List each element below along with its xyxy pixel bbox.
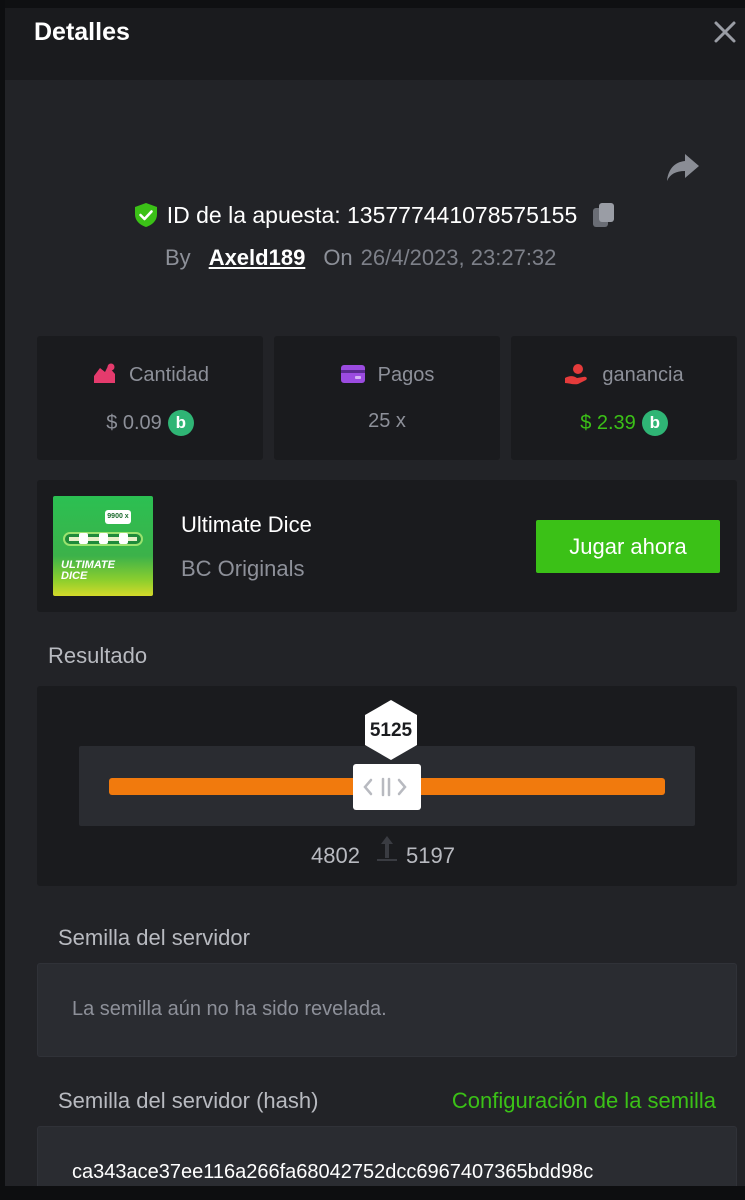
stat-label: Cantidad xyxy=(128,364,210,386)
coins-icon xyxy=(93,363,115,383)
play-now-button[interactable]: Jugar ahora xyxy=(536,520,720,573)
game-name: Ultimate Dice xyxy=(181,512,312,537)
profit-hand-icon xyxy=(565,364,588,385)
bc-coin-icon: b xyxy=(167,410,194,436)
username-link[interactable]: Axeld189 xyxy=(209,245,306,270)
game-thumbnail[interactable]: 9900 x ULTIMATE DICE xyxy=(53,496,153,596)
bet-id-line: ID de la apuesta: 135777441078575155 xyxy=(5,201,745,229)
seed-settings-link[interactable]: Configuración de la semilla xyxy=(452,1088,716,1114)
drag-handle-icon xyxy=(363,777,407,797)
by-label: By xyxy=(165,245,191,270)
card-icon xyxy=(340,365,365,383)
dialog-title: Detalles xyxy=(34,18,130,46)
bet-meta: By Axeld189 On 26/4/2023, 23:27:32 xyxy=(165,245,556,271)
server-seed-hash-label: Semilla del servidor (hash) xyxy=(58,1088,319,1113)
arrow-up-icon xyxy=(377,836,397,861)
stat-value: $ 2.39 xyxy=(580,412,636,434)
shield-check-icon xyxy=(134,203,157,227)
result-panel: 5125 4802 5197 xyxy=(37,686,737,886)
slider-handle[interactable] xyxy=(353,764,421,810)
stat-value: $ 0.09 xyxy=(106,412,162,434)
dialog-header: Detalles xyxy=(5,8,745,80)
stat-label: ganancia xyxy=(602,364,684,386)
stat-label: Pagos xyxy=(377,364,435,386)
range-low: 4802 xyxy=(311,843,360,868)
bet-datetime: 26/4/2023, 23:27:32 xyxy=(360,245,557,270)
result-label: Resultado xyxy=(48,643,148,668)
stat-card-payout: Pagos 25 x xyxy=(274,336,500,460)
on-label: On xyxy=(323,245,353,270)
server-seed-hash-value[interactable]: ca343ace37ee116a266fa68042752dcc69674073… xyxy=(72,1161,702,1184)
server-seed-box: La semilla aún no ha sido revelada. xyxy=(37,963,737,1057)
stat-card-profit: ganancia $ 2.39 b xyxy=(511,336,737,460)
game-provider: BC Originals xyxy=(181,556,305,581)
stat-value: 25 x xyxy=(368,410,406,432)
thumb-multiplier-tag: 9900 x xyxy=(105,510,131,524)
result-value: 5125 xyxy=(369,720,413,741)
bc-coin-icon: b xyxy=(641,410,668,436)
game-card: 9900 x ULTIMATE DICE Ultimate Dice BC Ori… xyxy=(37,480,737,612)
stat-card-amount: Cantidad $ 0.09 b xyxy=(37,336,263,460)
server-seed-text: La semilla aún no ha sido revelada. xyxy=(72,998,387,1020)
thumb-title: ULTIMATE DICE xyxy=(61,559,115,582)
bottom-edge xyxy=(0,1186,745,1200)
close-icon[interactable] xyxy=(711,18,739,46)
copy-icon[interactable] xyxy=(591,201,617,229)
share-icon[interactable] xyxy=(665,150,701,184)
bet-id: ID de la apuesta: 135777441078575155 xyxy=(166,202,578,228)
details-dialog: Detalles ID de la apuesta: 1357774410785… xyxy=(5,8,745,1200)
range-high: 5197 xyxy=(406,843,455,868)
server-seed-label: Semilla del servidor xyxy=(58,925,250,950)
